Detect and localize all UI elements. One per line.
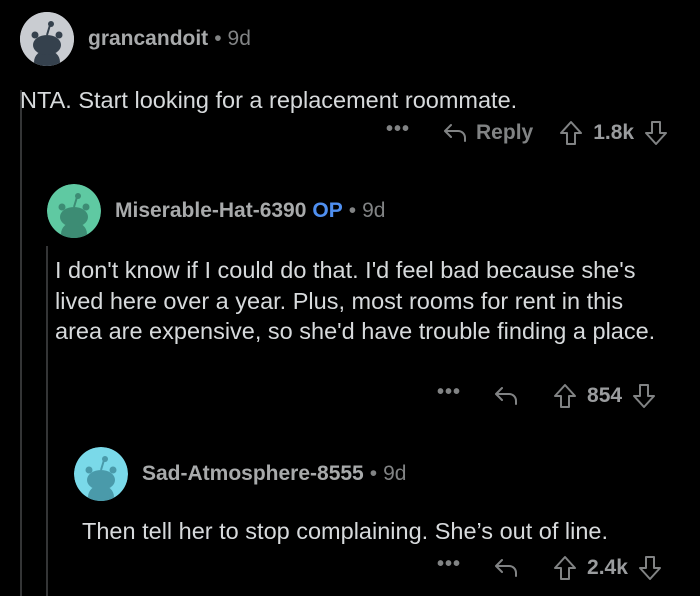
comment-age: 9d [362, 199, 386, 222]
thread-line[interactable] [46, 246, 48, 596]
downvote-icon[interactable] [638, 555, 662, 581]
op-badge: OP [312, 199, 343, 222]
comment-meta: Miserable-Hat-6390 OP • 9d [115, 199, 385, 223]
comment-body: NTA. Start looking for a replacement roo… [20, 87, 518, 113]
reply-button[interactable] [493, 385, 527, 407]
reply-button[interactable]: Reply [442, 121, 533, 145]
separator-dot: • [214, 27, 222, 50]
snoo-avatar-icon [74, 447, 128, 501]
avatar[interactable] [74, 447, 128, 501]
snoo-avatar-icon [20, 12, 74, 66]
vote-controls: 854 [553, 383, 656, 409]
comment-meta: Sad-Atmosphere-8555 • 9d [142, 462, 406, 486]
separator-dot: • [369, 462, 378, 485]
upvote-icon[interactable] [553, 555, 577, 581]
reply-arrow-icon [495, 387, 518, 405]
username[interactable]: Miserable-Hat-6390 [115, 199, 306, 222]
vote-score: 2.4k [587, 556, 628, 579]
reply-button[interactable] [493, 557, 527, 579]
reply-label: Reply [476, 121, 534, 144]
downvote-icon[interactable] [632, 383, 656, 409]
vote-controls: 1.8k [559, 120, 668, 146]
avatar[interactable] [20, 12, 74, 66]
vote-controls: 2.4k [553, 555, 662, 581]
comment-actions: ••• 854 [437, 381, 656, 411]
snoo-avatar-icon [47, 184, 101, 238]
comment-body: Then tell her to stop complaining. She’s… [82, 518, 609, 544]
comment-actions: ••• 2.4k [437, 553, 662, 583]
thread-line[interactable] [20, 90, 22, 596]
comment-meta: grancandoit • 9d [88, 27, 251, 51]
more-options-button[interactable]: ••• [437, 553, 461, 576]
comment-actions: ••• Reply 1.8k [386, 118, 668, 148]
more-options-button[interactable]: ••• [437, 381, 461, 404]
comment-age: 9d [383, 462, 407, 485]
avatar[interactable] [47, 184, 101, 238]
vote-score: 854 [587, 384, 623, 407]
downvote-icon[interactable] [644, 120, 668, 146]
upvote-icon[interactable] [559, 120, 583, 146]
more-options-button[interactable]: ••• [386, 118, 410, 141]
comment-age: 9d [227, 27, 251, 50]
username[interactable]: grancandoit [88, 27, 208, 50]
reply-arrow-icon [495, 559, 518, 577]
vote-score: 1.8k [593, 121, 635, 144]
username[interactable]: Sad-Atmosphere-8555 [142, 462, 364, 485]
upvote-icon[interactable] [553, 383, 577, 409]
separator-dot: • [348, 199, 357, 222]
comment-body: I don't know if I could do that. I'd fee… [55, 257, 656, 344]
reply-arrow-icon [444, 124, 467, 142]
